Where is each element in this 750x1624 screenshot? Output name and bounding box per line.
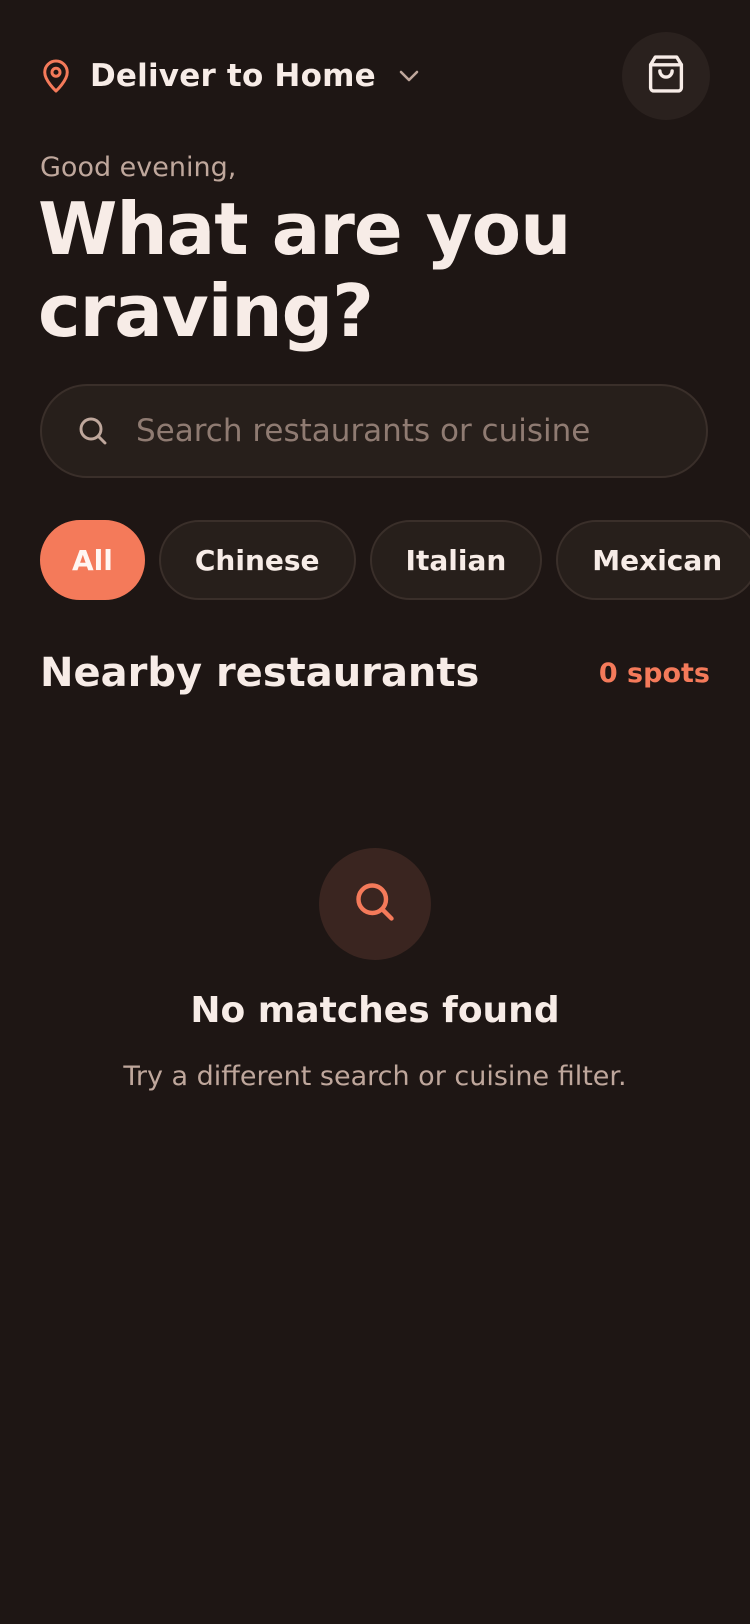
- section-title: Nearby restaurants: [40, 650, 480, 696]
- map-pin-icon: [40, 58, 72, 94]
- filter-chip-all[interactable]: All: [40, 520, 145, 600]
- empty-state-icon-badge: [319, 848, 431, 960]
- search-input[interactable]: [134, 400, 706, 462]
- delivery-location-selector[interactable]: Deliver to Home: [40, 56, 422, 96]
- home-screen: Deliver to Home Good evening, What are y…: [0, 0, 750, 1624]
- search-icon: [76, 414, 110, 448]
- empty-state: No matches found Try a different search …: [0, 848, 750, 1092]
- cart-button[interactable]: [622, 32, 710, 120]
- search-bar[interactable]: [40, 384, 708, 478]
- chevron-down-icon: [396, 63, 422, 89]
- filter-chip-chinese[interactable]: Chinese: [158, 520, 356, 600]
- delivery-location-label: Deliver to Home: [90, 58, 376, 94]
- shopping-bag-icon: [647, 54, 685, 98]
- empty-state-title: No matches found: [190, 990, 560, 1031]
- filter-chip-mexican[interactable]: Mexican: [556, 520, 750, 600]
- page-title: What are you craving?: [38, 187, 571, 353]
- header: Deliver to Home: [40, 32, 710, 120]
- empty-state-subtitle: Try a different search or cuisine filter…: [123, 1061, 627, 1092]
- results-count: 0 spots: [598, 658, 710, 689]
- filter-chip-italian[interactable]: Italian: [369, 520, 543, 600]
- search-icon: [353, 880, 397, 928]
- greeting-text: Good evening,: [40, 152, 237, 183]
- cuisine-filter-row: All Chinese Italian Mexican: [40, 520, 750, 600]
